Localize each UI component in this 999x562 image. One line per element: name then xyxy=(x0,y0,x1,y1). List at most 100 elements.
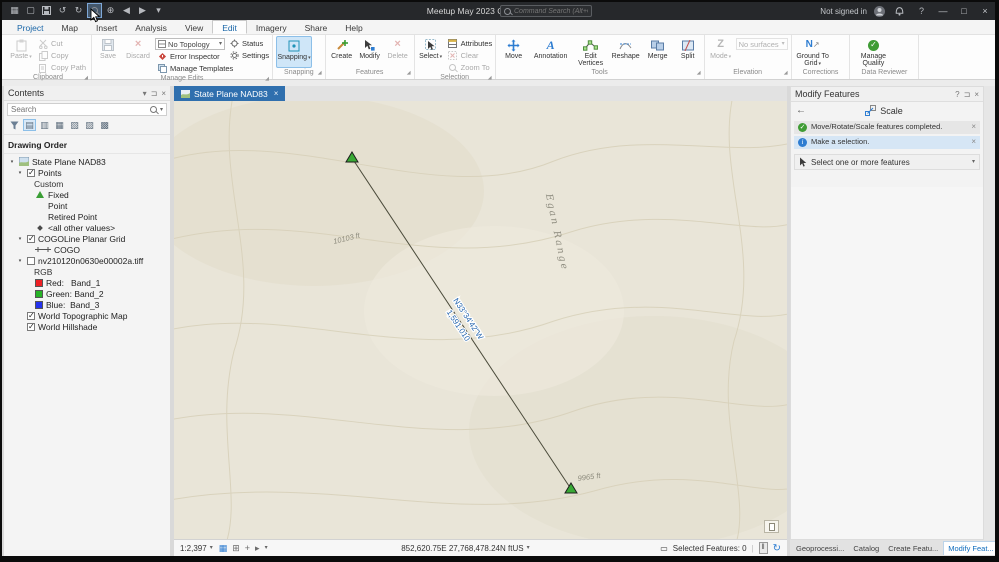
snapping-toggle-button[interactable]: Snapping▾ xyxy=(276,36,313,68)
scale-options-icon[interactable]: ▾ xyxy=(265,545,268,551)
modify-features-button[interactable]: Modify xyxy=(357,36,383,68)
grid-icon[interactable]: ▦ xyxy=(219,543,228,554)
dock-tab-modify-features[interactable]: Modify Feat... xyxy=(943,541,995,555)
account-avatar[interactable] xyxy=(874,5,885,17)
reshape-tool-button[interactable]: Reshape xyxy=(611,36,641,68)
previous-extent-icon[interactable]: ◀ xyxy=(119,3,134,18)
view-tab-state-plane[interactable]: State Plane NAD83 × xyxy=(174,86,286,101)
layer-raster[interactable]: nv210120n0630e00002a.tiff xyxy=(4,255,170,266)
paste-button[interactable]: Paste▾ xyxy=(8,36,34,73)
undo-icon[interactable]: ↺ xyxy=(55,3,70,18)
coordinates-display[interactable]: 852,620.75E 27,768,478.24N ftUS ▾ xyxy=(398,544,529,553)
command-search[interactable] xyxy=(500,5,592,17)
snap-grid-icon[interactable]: ⊞ xyxy=(232,543,240,554)
new-project-icon[interactable]: ▢ xyxy=(23,3,38,18)
back-button[interactable]: ← xyxy=(796,105,806,116)
discard-edits-button[interactable]: × Discard xyxy=(123,36,153,74)
move-tool-button[interactable]: Move xyxy=(499,36,529,68)
clear-selection-button[interactable]: Clear xyxy=(446,50,492,61)
explore-tool-icon[interactable]: ⊕ xyxy=(103,3,118,18)
overview-toggle-button[interactable] xyxy=(764,520,779,533)
tab-imagery[interactable]: Imagery xyxy=(247,20,296,34)
panel-menu-icon[interactable]: ▾ xyxy=(143,89,147,98)
restore-button[interactable]: □ xyxy=(957,6,971,16)
elevation-mode-button[interactable]: Z Mode▾ xyxy=(708,36,734,68)
list-by-source-icon[interactable]: ▥ xyxy=(38,119,51,131)
dock-tab-geoprocessing[interactable]: Geoprocessi... xyxy=(792,542,848,555)
minimize-button[interactable]: — xyxy=(936,6,950,16)
list-by-snapping-icon[interactable]: ▨ xyxy=(83,119,96,131)
expander-icon[interactable] xyxy=(16,236,24,242)
sign-in-status[interactable]: Not signed in xyxy=(820,7,867,16)
pin-icon[interactable]: ⊐ xyxy=(151,89,158,98)
legend-item-point[interactable]: Point xyxy=(4,200,170,211)
surfaces-select[interactable]: No surfaces ▾ xyxy=(735,38,788,50)
delete-features-button[interactable]: × Delete xyxy=(385,36,411,68)
notifications-bell-icon[interactable] xyxy=(892,4,907,19)
cut-button[interactable]: Cut xyxy=(36,38,88,49)
close-icon[interactable]: × xyxy=(274,89,279,98)
close-icon[interactable]: × xyxy=(974,90,979,99)
expander-icon[interactable] xyxy=(16,170,24,176)
redo-icon[interactable]: ↻ xyxy=(71,3,86,18)
attributes-button[interactable]: Attributes xyxy=(446,38,492,49)
dock-tab-create-features[interactable]: Create Featu... xyxy=(884,542,942,555)
list-by-selection-icon[interactable]: ▦ xyxy=(53,119,66,131)
refresh-view-button[interactable]: ↻ xyxy=(773,543,781,554)
add-scale-icon[interactable]: + xyxy=(245,543,250,553)
cogoline-visibility-checkbox[interactable] xyxy=(27,234,35,243)
tab-map[interactable]: Map xyxy=(52,20,87,34)
expander-icon[interactable] xyxy=(8,159,16,165)
tab-insert[interactable]: Insert xyxy=(87,20,126,34)
layer-map-node[interactable]: State Plane NAD83 xyxy=(4,156,170,167)
filter-icon[interactable] xyxy=(8,119,21,131)
dismiss-message-icon[interactable]: × xyxy=(971,122,976,132)
close-button[interactable]: × xyxy=(978,6,992,16)
pin-icon[interactable]: ⊐ xyxy=(964,90,971,99)
topology-select[interactable]: No Topology ▾ xyxy=(155,38,226,50)
layer-hillshade[interactable]: World Hillshade xyxy=(4,321,170,332)
save-edits-button[interactable]: Save xyxy=(95,36,121,74)
tab-analysis[interactable]: Analysis xyxy=(126,20,176,34)
tab-help[interactable]: Help xyxy=(336,20,371,34)
topo-visibility-checkbox[interactable] xyxy=(27,311,35,320)
list-by-editing-icon[interactable]: ▧ xyxy=(68,119,81,131)
list-by-labeling-icon[interactable]: ▩ xyxy=(98,119,111,131)
pointer-mode-icon[interactable]: ▸ xyxy=(255,543,260,554)
selected-features-count[interactable]: Selected Features: 0 xyxy=(673,544,747,553)
save-project-icon[interactable] xyxy=(39,3,54,18)
dialog-launcher-icon[interactable] xyxy=(784,70,788,76)
close-icon[interactable]: × xyxy=(161,89,166,98)
copy-path-button[interactable]: Copy Path xyxy=(36,62,88,73)
zoom-full-extent-icon[interactable] xyxy=(87,3,102,18)
edit-vertices-button[interactable]: Edit Vertices xyxy=(573,36,609,68)
dialog-launcher-icon[interactable] xyxy=(407,70,411,76)
create-features-button[interactable]: Create xyxy=(329,36,355,68)
tab-edit[interactable]: Edit xyxy=(212,20,247,34)
search-options-icon[interactable]: ▾ xyxy=(160,107,163,113)
tab-share[interactable]: Share xyxy=(296,20,337,34)
tab-view[interactable]: View xyxy=(176,20,212,34)
command-search-input[interactable] xyxy=(514,7,588,15)
points-visibility-checkbox[interactable] xyxy=(27,168,35,177)
map-canvas[interactable]: 10103 ft 9965 ft Egan Range N33°34'42"W … xyxy=(174,101,787,539)
tab-project[interactable]: Project xyxy=(8,20,52,34)
merge-tool-button[interactable]: Merge xyxy=(643,36,673,68)
dock-tab-catalog[interactable]: Catalog xyxy=(849,542,883,555)
list-by-drawing-order-icon[interactable]: ▤ xyxy=(23,119,36,131)
pause-drawing-button[interactable]: ‖ xyxy=(758,542,768,554)
dialog-launcher-icon[interactable] xyxy=(84,75,88,81)
chevron-down-icon[interactable]: ▾ xyxy=(972,159,975,165)
hillshade-visibility-checkbox[interactable] xyxy=(27,322,35,331)
ground-to-grid-button[interactable]: N ↗ Ground To Grid▾ xyxy=(795,36,831,68)
legend-item-cogo[interactable]: COGO xyxy=(4,244,170,255)
select-button[interactable]: Select▾ xyxy=(418,36,444,73)
next-extent-icon[interactable]: ▶ xyxy=(135,3,150,18)
dialog-launcher-icon[interactable] xyxy=(488,75,492,81)
legend-item-fixed[interactable]: Fixed xyxy=(4,189,170,200)
zoom-to-button[interactable]: Zoom To xyxy=(446,62,492,73)
contents-search[interactable]: ▾ xyxy=(7,103,167,116)
scale-select[interactable]: 1:2,397 ▾ xyxy=(180,544,213,553)
dialog-launcher-icon[interactable] xyxy=(265,76,269,82)
qat-customize-icon[interactable]: ▾ xyxy=(151,3,166,18)
